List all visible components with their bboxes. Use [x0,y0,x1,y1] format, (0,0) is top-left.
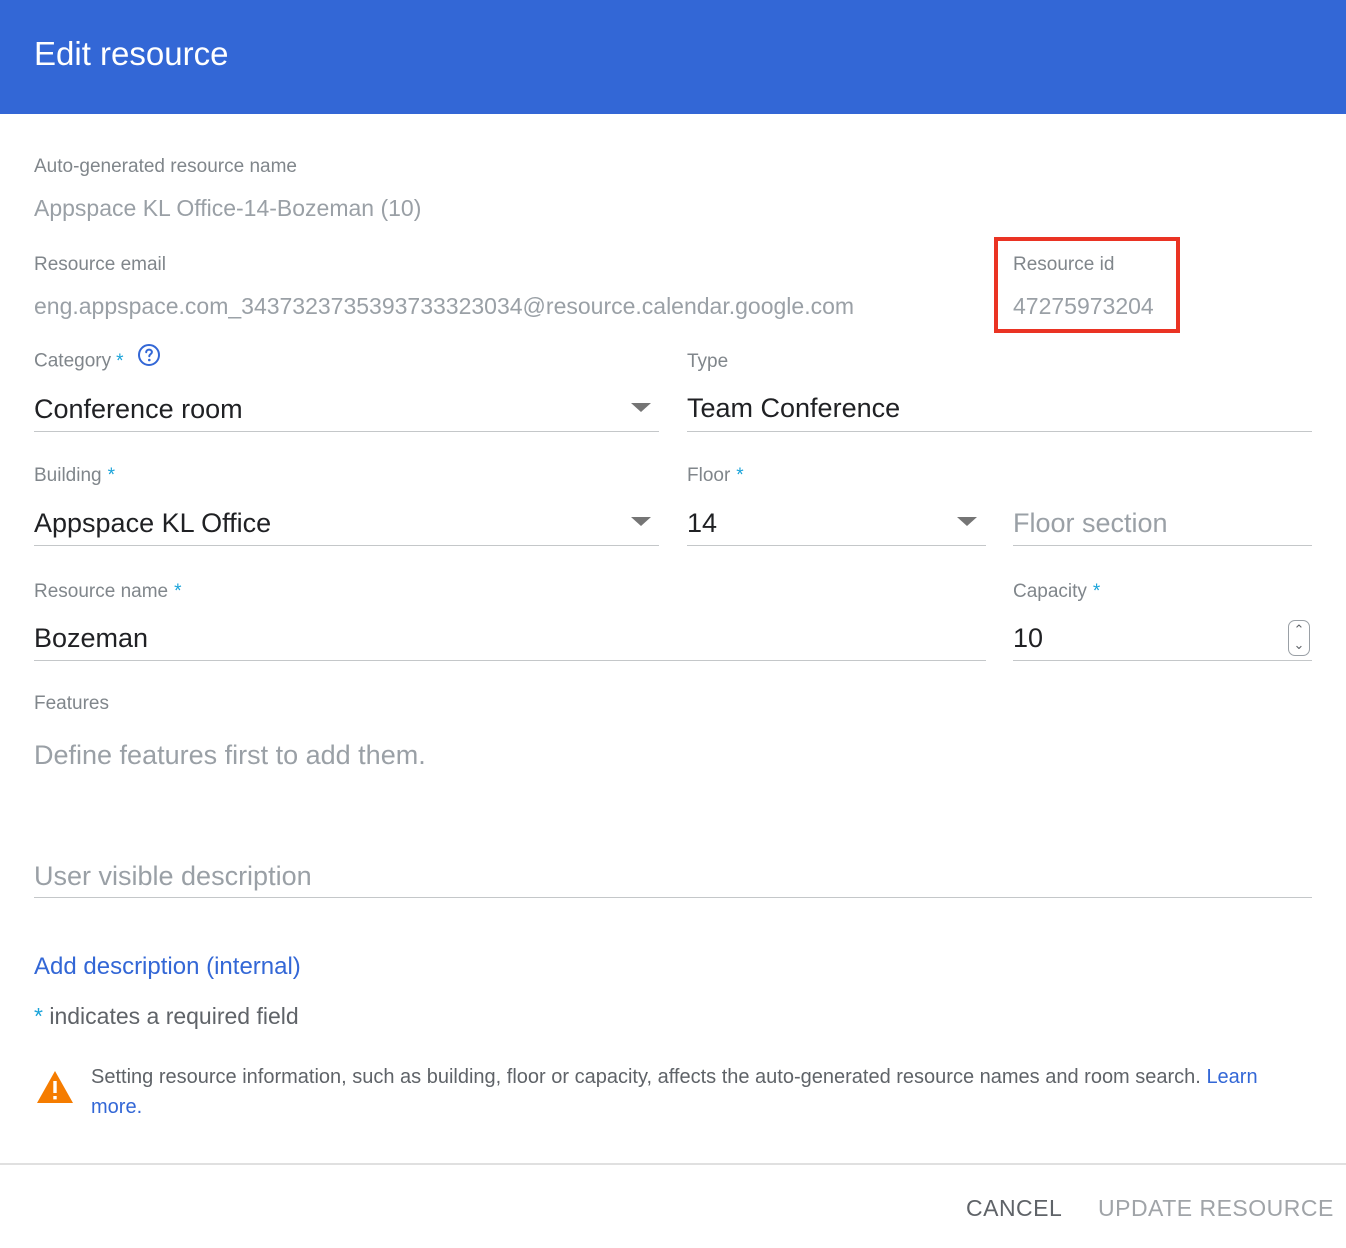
cancel-button[interactable]: CANCEL [966,1194,1062,1222]
floor-underline [687,545,986,546]
building-label-text: Building [34,465,102,486]
type-input[interactable]: Team Conference [687,391,900,425]
dialog-title: Edit resource [34,35,229,72]
floor-section-input[interactable]: Floor section [1013,506,1168,540]
required-asterisk: * [1092,581,1101,602]
features-empty-text: Define features first to add them. [34,740,426,770]
required-note-text: indicates a required field [49,1003,299,1029]
stepper-down-icon[interactable]: ⌄ [1289,637,1309,653]
required-asterisk: * [34,1003,43,1029]
dropdown-arrow-icon [631,403,651,412]
resource-email-value: eng.appspace.com_3437323735393733323034@… [34,293,855,319]
building-underline [34,545,659,546]
floor-label: Floor * [687,464,744,488]
category-value: Conference room [34,394,243,424]
building-value: Appspace KL Office [34,508,272,538]
stepper-up-icon[interactable]: ⌃ [1289,622,1309,638]
category-label-text: Category [34,350,112,372]
floor-select[interactable]: 14 [687,506,986,546]
footer-divider [0,1163,1346,1165]
resource-email-label: Resource email [34,254,166,275]
capacity-input[interactable]: 10 [1013,621,1043,655]
dropdown-arrow-icon [631,517,651,526]
required-asterisk: * [736,465,744,486]
building-label: Building * [34,464,115,488]
floor-section-underline [1013,545,1312,546]
help-circle-icon[interactable] [137,343,161,374]
dialog-header: Edit resource [0,0,1346,114]
features-label: Features [34,693,109,714]
resource-name-underline [34,660,986,661]
user-description-input[interactable]: User visible description [34,859,312,893]
user-description-underline [34,897,1312,898]
type-underline [687,431,1312,432]
resource-id-value: 47275973204 [1013,293,1154,319]
required-asterisk: * [116,350,124,372]
floor-value: 14 [687,508,718,538]
auto-name-value: Appspace KL Office-14-Bozeman (10) [34,195,422,221]
required-asterisk: * [107,465,116,486]
dropdown-arrow-icon [957,517,977,526]
category-underline [34,431,659,432]
resource-name-label-text: Resource name [34,581,169,602]
add-description-link[interactable]: Add description (internal) [34,952,301,982]
type-label: Type [687,351,729,372]
capacity-underline [1013,660,1312,661]
capacity-label: Capacity * [1013,580,1100,604]
auto-name-label: Auto-generated resource name [34,156,297,177]
capacity-label-text: Capacity [1013,581,1087,602]
building-select[interactable]: Appspace KL Office [34,506,659,546]
resource-id-label: Resource id [1013,254,1115,275]
category-select[interactable]: Conference room [34,392,659,432]
required-asterisk: * [174,581,182,602]
update-resource-button[interactable]: UPDATE RESOURCE [1098,1194,1334,1222]
category-label: Category * [34,344,161,374]
warning-message: Setting resource information, such as bu… [91,1062,1291,1122]
number-stepper-icon[interactable]: ⌃ ⌄ [1288,620,1310,656]
resource-name-input[interactable]: Bozeman [34,621,148,655]
warning-triangle-icon [36,1070,74,1109]
required-note: * indicates a required field [34,1002,299,1030]
resource-name-label: Resource name * [34,580,182,604]
warning-text: Setting resource information, such as bu… [91,1066,1201,1088]
floor-label-text: Floor [687,465,731,486]
